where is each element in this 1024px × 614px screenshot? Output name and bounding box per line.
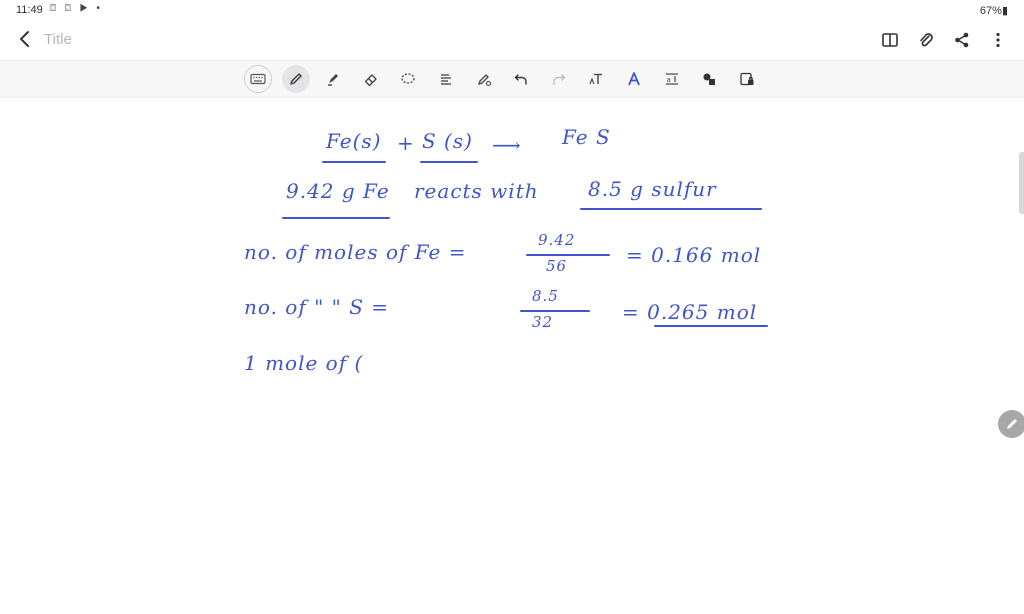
note-title[interactable]: Title [44,31,72,48]
moles-fe-result: = 0.166 mol [626,243,762,267]
attach-button[interactable] [914,28,938,52]
mass-sulfur: 8.5 g sulfur [588,177,717,201]
image-lock-icon [740,72,754,86]
moles-s-result: = 0.265 mol [622,300,758,324]
shape-pen-tool[interactable] [470,65,498,93]
color-a-icon [628,72,640,86]
lasso-tool[interactable] [394,65,422,93]
floating-pen-button[interactable] [998,410,1024,438]
eraser-tool[interactable] [357,65,385,93]
underline-moles-s-result [654,325,768,327]
share-button[interactable] [950,28,974,52]
undo-icon [514,74,527,85]
underline-mass-sulfur [580,208,762,210]
text-tool[interactable] [582,65,610,93]
text-align-tool[interactable] [432,65,460,93]
color-tool[interactable] [620,65,648,93]
underline-reactant-fe [322,161,386,163]
redo-icon [553,74,565,85]
fraction-bar-fe [526,254,610,256]
status-time: 11:49 [16,4,43,16]
paperclip-icon [920,33,933,47]
undo-button[interactable] [507,65,535,93]
shape-pen-icon [477,74,491,87]
lasso-icon [401,73,416,84]
fraction-bar-s [520,310,590,312]
reactant-s: S (s) [422,129,473,153]
moles-fe-denominator: 56 [546,257,568,275]
back-button[interactable] [14,28,36,50]
pen-icon [289,73,302,85]
drawing-toolbar: a [0,60,1024,98]
insert-text-tool[interactable]: a [658,65,686,93]
underline-reactant-s [420,161,478,163]
svg-text:a: a [666,76,670,84]
pencil-icon [1007,419,1017,429]
moles-s-label: no. of " " S = [244,295,390,319]
moles-s-denominator: 32 [532,313,554,331]
product-fes: Fe S [562,125,611,149]
more-options-button[interactable] [986,28,1010,52]
status-indicators: ⌼ ⌼ ▶ • [50,3,103,14]
text-tool-icon [589,73,603,85]
reacts-with: reacts with [414,179,539,203]
eraser-icon [364,74,377,87]
image-tool[interactable] [733,65,761,93]
scroll-handle[interactable] [1019,152,1024,214]
book-icon [882,33,898,47]
pen-tool[interactable] [281,65,310,93]
redo-button[interactable] [545,65,573,93]
reaction-arrow: ⟶ [492,133,522,157]
moles-fe-label: no. of moles of Fe = [244,240,467,264]
shapes-icon [703,73,716,85]
moles-fe-numerator: 9.42 [538,231,576,249]
highlighter-tool[interactable] [319,65,347,93]
shapes-tool[interactable] [695,65,723,93]
mass-fe: 9.42 g Fe [286,179,390,203]
underline-mass-fe [282,217,390,219]
plus-sign: + [397,131,415,155]
reactant-fe: Fe(s) [326,129,382,153]
status-bar: 11:49 ⌼ ⌼ ▶ • 67%▮ [0,0,1024,22]
text-align-icon [440,74,451,85]
insert-text-icon: a [665,73,678,85]
app-bar: Title [0,22,1024,58]
share-icon [955,32,969,48]
highlighter-icon [328,74,339,86]
keyboard-tool[interactable] [244,65,272,93]
keyboard-icon [250,73,266,85]
moles-s-numerator: 8.5 [532,287,559,305]
book-view-button[interactable] [878,28,902,52]
battery-indicator: 67%▮ [979,5,1008,17]
chevron-left-icon [20,31,29,47]
note-canvas[interactable]: Fe(s) + S (s) ⟶ Fe S 9.42 g Fe reacts wi… [0,97,1024,614]
mole-ratio-start: 1 mole of ( [244,351,364,375]
more-vertical-icon [996,32,1000,48]
